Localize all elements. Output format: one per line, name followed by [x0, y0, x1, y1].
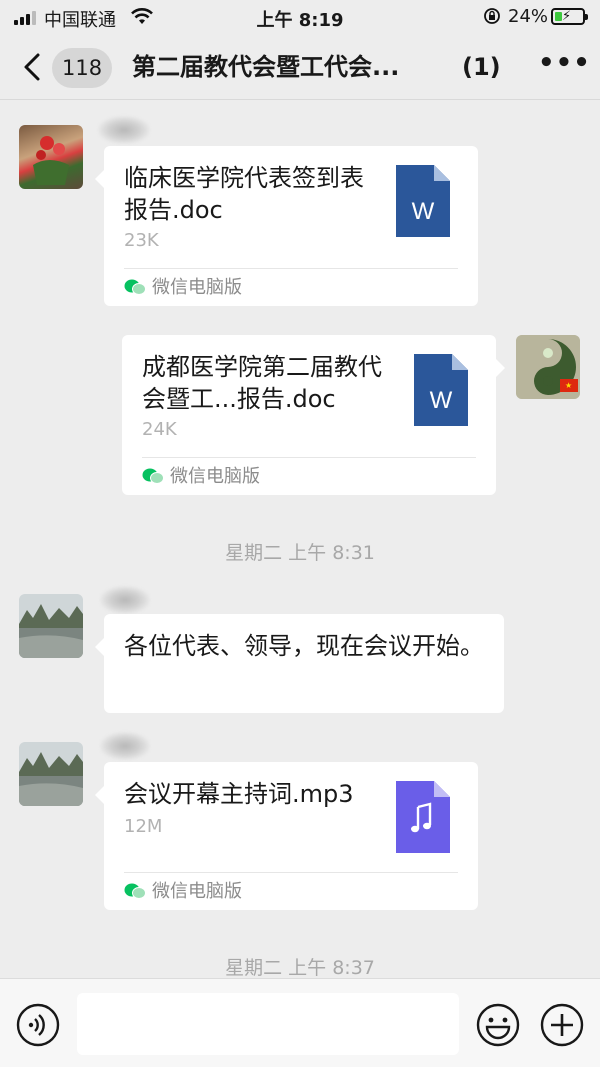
- file-size: 23K: [124, 230, 159, 251]
- wechat-logo-icon: [142, 468, 164, 484]
- battery-percent: 24%: [508, 6, 549, 27]
- file-name: 成都医学院第二届教代会暨工...报告.doc: [142, 353, 382, 413]
- file-name: 会议开幕主持词.mp3: [124, 780, 354, 808]
- chat-header: 118 第二届教代会暨工代会... (1) •••: [0, 34, 600, 100]
- back-chevron-icon[interactable]: [20, 52, 44, 82]
- more-options-icon[interactable]: •••: [538, 50, 590, 80]
- music-file-icon: [396, 781, 450, 853]
- file-source: 微信电脑版: [142, 465, 260, 489]
- orientation-lock-icon: [484, 8, 500, 24]
- svg-text:★: ★: [565, 381, 572, 390]
- sender-nickname-blurred: [100, 732, 150, 760]
- file-message[interactable]: 临床医学院代表签到表报告.doc 23K W 微信电脑版: [95, 146, 478, 306]
- my-avatar[interactable]: ★: [516, 335, 580, 399]
- file-message[interactable]: 会议开幕主持词.mp3 12M 微信电脑版: [95, 762, 478, 910]
- wechat-logo-icon: [124, 279, 146, 295]
- chat-title: 第二届教代会暨工代会...: [132, 53, 400, 81]
- file-source: 微信电脑版: [124, 276, 242, 300]
- avatar[interactable]: [19, 594, 83, 658]
- unread-count-badge[interactable]: 118: [52, 48, 113, 88]
- word-doc-icon: W: [396, 165, 450, 237]
- voice-icon[interactable]: [16, 1003, 60, 1047]
- avatar[interactable]: [19, 742, 83, 806]
- word-doc-icon: W: [414, 354, 468, 426]
- timestamp-separator: 星期二 上午 8:37: [225, 957, 375, 979]
- wechat-logo-icon: [124, 883, 146, 899]
- battery-icon: ⚡: [551, 8, 588, 25]
- emoji-icon[interactable]: [476, 1003, 520, 1047]
- sender-nickname-blurred: [98, 116, 150, 144]
- member-count: (1): [462, 53, 501, 81]
- plus-icon[interactable]: [540, 1003, 584, 1047]
- sender-nickname-blurred: [100, 586, 150, 614]
- message-text: 各位代表、领导，现在会议开始。: [124, 632, 484, 660]
- file-size: 24K: [142, 419, 177, 440]
- text-message[interactable]: 各位代表、领导，现在会议开始。: [95, 614, 504, 713]
- svg-text:W: W: [430, 387, 453, 414]
- avatar[interactable]: [19, 125, 83, 189]
- file-message[interactable]: 成都医学院第二届教代会暨工...报告.doc 24K W 微信电脑版: [122, 335, 505, 495]
- timestamp-separator: 星期二 上午 8:31: [225, 542, 375, 564]
- svg-text:W: W: [412, 198, 435, 225]
- file-name: 临床医学院代表签到表报告.doc: [124, 164, 364, 224]
- status-bar: 中国联通 上午 8:19 24% ⚡: [0, 0, 600, 34]
- message-input[interactable]: [77, 993, 459, 1055]
- file-source: 微信电脑版: [124, 880, 242, 904]
- chat-input-bar: [0, 978, 600, 1067]
- file-size: 12M: [124, 816, 163, 837]
